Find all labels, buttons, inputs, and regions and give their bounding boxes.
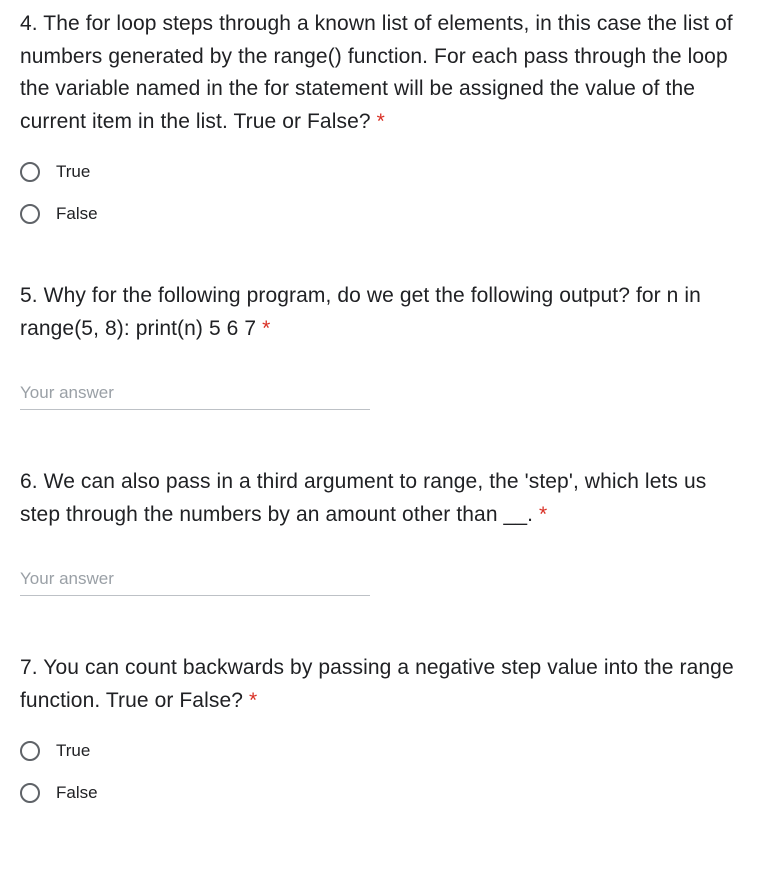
question-6-text: 6. We can also pass in a third argument … [20, 466, 750, 531]
question-4-text: 4. The for loop steps through a known li… [20, 8, 750, 138]
q5-answer-input[interactable] [20, 377, 370, 410]
q4-option-true[interactable]: True [20, 162, 750, 182]
question-5-text: 5. Why for the following program, do we … [20, 280, 750, 345]
question-5-prompt: 5. Why for the following program, do we … [20, 284, 701, 340]
q4-option-false[interactable]: False [20, 204, 750, 224]
radio-icon [20, 783, 40, 803]
required-star: * [262, 317, 270, 340]
required-star: * [249, 689, 257, 712]
radio-icon [20, 162, 40, 182]
required-star: * [377, 110, 385, 133]
q4-false-label: False [56, 204, 98, 224]
radio-icon [20, 741, 40, 761]
q7-option-true[interactable]: True [20, 741, 750, 761]
required-star: * [539, 503, 547, 526]
q7-false-label: False [56, 783, 98, 803]
question-7-prompt: 7. You can count backwards by passing a … [20, 656, 734, 712]
q7-option-false[interactable]: False [20, 783, 750, 803]
q7-true-label: True [56, 741, 90, 761]
question-7: 7. You can count backwards by passing a … [20, 652, 750, 803]
question-6: 6. We can also pass in a third argument … [20, 466, 750, 596]
radio-icon [20, 204, 40, 224]
q6-answer-input[interactable] [20, 563, 370, 596]
question-5: 5. Why for the following program, do we … [20, 280, 750, 410]
q4-true-label: True [56, 162, 90, 182]
question-6-prompt: 6. We can also pass in a third argument … [20, 470, 706, 526]
question-4: 4. The for loop steps through a known li… [20, 8, 750, 224]
question-7-text: 7. You can count backwards by passing a … [20, 652, 750, 717]
